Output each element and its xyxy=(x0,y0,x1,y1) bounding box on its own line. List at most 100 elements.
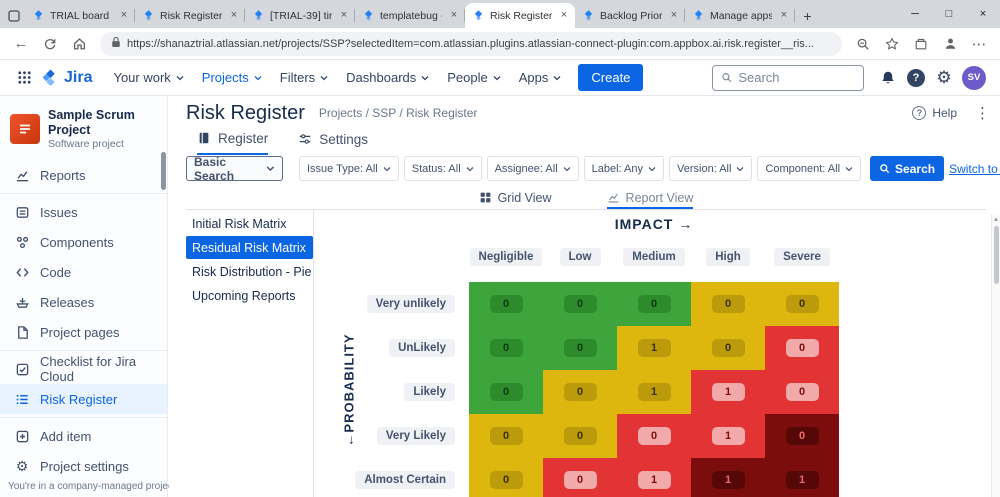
subnav-upcoming-reports[interactable]: Upcoming Reports xyxy=(186,284,313,307)
matrix-cell[interactable]: 0 xyxy=(617,282,691,326)
matrix-cell[interactable]: 0 xyxy=(543,414,617,458)
tab-register[interactable]: Register xyxy=(197,128,268,155)
matrix-cell[interactable]: 1 xyxy=(691,458,765,497)
matrix-cell[interactable]: 1 xyxy=(617,370,691,414)
matrix-cell[interactable]: 0 xyxy=(765,414,839,458)
nav-apps[interactable]: Apps xyxy=(510,61,571,95)
matrix-cell[interactable]: 0 xyxy=(543,326,617,370)
help-link[interactable]: Help xyxy=(932,106,957,120)
matrix-cell[interactable]: 1 xyxy=(691,370,765,414)
help-icon[interactable]: ? xyxy=(902,64,930,92)
browser-menu-icon[interactable]: ⋯ xyxy=(966,31,992,57)
subnav-residual-risk-matrix[interactable]: Residual Risk Matrix xyxy=(186,236,313,259)
settings-gear-icon[interactable]: ⚙ xyxy=(930,64,958,92)
browser-tab-active[interactable]: Risk Register - Jir... × xyxy=(465,3,575,28)
matrix-cell[interactable]: 0 xyxy=(543,458,617,497)
filter-component[interactable]: Component: All xyxy=(757,156,861,181)
search-mode-select[interactable]: Basic Search xyxy=(186,156,283,181)
switch-to-jql-link[interactable]: Switch to JQL xyxy=(949,162,1000,176)
browser-tab[interactable]: Backlog Prioritiza... × xyxy=(575,3,685,28)
browser-profile-icon[interactable] xyxy=(937,31,963,57)
subnav-risk-distribution-pie[interactable]: Risk Distribution - Pie xyxy=(186,260,313,283)
matrix-cell[interactable]: 0 xyxy=(691,282,765,326)
tab-close-icon[interactable]: × xyxy=(557,9,571,23)
matrix-cell[interactable]: 0 xyxy=(543,282,617,326)
tab-close-icon[interactable]: × xyxy=(667,9,681,23)
matrix-cell[interactable]: 1 xyxy=(691,414,765,458)
matrix-cell[interactable]: 0 xyxy=(469,326,543,370)
grid-view-toggle[interactable]: Grid View xyxy=(479,186,552,209)
app-switcher-icon[interactable] xyxy=(10,64,38,92)
matrix-cell[interactable]: 1 xyxy=(617,326,691,370)
url-field[interactable]: https://shanaztrial.atlassian.net/projec… xyxy=(100,32,842,56)
user-avatar[interactable]: SV xyxy=(962,66,986,90)
sidebar-item-risk-register[interactable]: Risk Register xyxy=(0,384,167,414)
matrix-cell[interactable]: 0 xyxy=(765,282,839,326)
filter-status[interactable]: Status: All xyxy=(404,156,482,181)
new-tab-button[interactable]: + xyxy=(795,3,820,28)
matrix-cell[interactable]: 0 xyxy=(543,370,617,414)
filter-version[interactable]: Version: All xyxy=(669,156,752,181)
sidebar-item-releases[interactable]: Releases xyxy=(0,287,167,317)
tab-settings[interactable]: Settings xyxy=(298,128,368,155)
back-icon[interactable]: ← xyxy=(8,31,34,57)
tab-close-icon[interactable]: × xyxy=(777,9,791,23)
close-button[interactable]: × xyxy=(966,0,1000,28)
browser-tab[interactable]: TRIAL board - Ag... × xyxy=(25,3,135,28)
report-view-toggle[interactable]: Report View xyxy=(607,186,694,209)
nav-projects[interactable]: Projects xyxy=(193,61,271,95)
jira-logo[interactable]: Jira xyxy=(42,69,92,87)
matrix-cell[interactable]: 0 xyxy=(469,414,543,458)
search-button[interactable]: Search xyxy=(870,156,944,181)
tab-close-icon[interactable]: × xyxy=(337,9,351,23)
sidebar-item-checklist[interactable]: Checklist for Jira Cloud xyxy=(0,354,167,384)
scrollbar-thumb[interactable] xyxy=(994,226,999,284)
maximize-button[interactable]: □ xyxy=(932,0,966,28)
matrix-cell[interactable]: 0 xyxy=(617,414,691,458)
sidebar-scrollbar-thumb[interactable] xyxy=(161,152,166,190)
content-scrollbar[interactable]: ▴ xyxy=(991,214,1000,497)
collections-icon[interactable] xyxy=(908,31,934,57)
sidebar-item-reports[interactable]: Reports xyxy=(0,160,167,190)
nav-dashboards[interactable]: Dashboards xyxy=(337,61,438,95)
browser-tab[interactable]: [TRIAL-39] tiritiet... × xyxy=(245,3,355,28)
browser-tab[interactable]: Manage apps - J... × xyxy=(685,3,795,28)
breadcrumb[interactable]: Projects / SSP / Risk Register xyxy=(319,106,478,120)
more-options-icon[interactable]: ⋮ xyxy=(975,104,990,122)
tab-actions-icon[interactable] xyxy=(3,3,25,28)
refresh-icon[interactable] xyxy=(37,31,63,57)
tab-close-icon[interactable]: × xyxy=(447,9,461,23)
matrix-cell[interactable]: 1 xyxy=(617,458,691,497)
scrollbar-up-arrow[interactable]: ▴ xyxy=(992,214,1000,225)
search-input[interactable] xyxy=(738,70,855,85)
matrix-cell[interactable]: 0 xyxy=(469,370,543,414)
notifications-bell-icon[interactable] xyxy=(874,64,902,92)
nav-filters[interactable]: Filters xyxy=(271,61,337,95)
create-button[interactable]: Create xyxy=(578,64,643,91)
sidebar-item-project-settings[interactable]: ⚙ Project settings xyxy=(0,451,167,481)
subnav-initial-risk-matrix[interactable]: Initial Risk Matrix xyxy=(186,212,313,235)
matrix-cell[interactable]: 0 xyxy=(469,282,543,326)
tab-close-icon[interactable]: × xyxy=(117,9,131,23)
matrix-cell[interactable]: 0 xyxy=(469,458,543,497)
home-icon[interactable] xyxy=(66,31,92,57)
filter-label[interactable]: Label: Any xyxy=(584,156,664,181)
matrix-cell[interactable]: 0 xyxy=(765,370,839,414)
matrix-cell[interactable]: 1 xyxy=(765,458,839,497)
sidebar-item-add-item[interactable]: Add item xyxy=(0,421,167,451)
filter-assignee[interactable]: Assignee: All xyxy=(487,156,579,181)
sidebar-item-project-pages[interactable]: Project pages xyxy=(0,317,167,347)
minimize-button[interactable]: ─ xyxy=(898,0,932,28)
filter-issue-type[interactable]: Issue Type: All xyxy=(299,156,399,181)
nav-people[interactable]: People xyxy=(438,61,509,95)
project-header[interactable]: Sample Scrum Project Software project xyxy=(0,96,167,158)
favorites-star-icon[interactable] xyxy=(879,31,905,57)
nav-your-work[interactable]: Your work xyxy=(104,61,192,95)
browser-tab[interactable]: templatebug - Iss... × xyxy=(355,3,465,28)
tab-close-icon[interactable]: × xyxy=(227,9,241,23)
matrix-cell[interactable]: 0 xyxy=(765,326,839,370)
global-search[interactable] xyxy=(712,65,864,91)
browser-tab[interactable]: Risk Register - Jir... × xyxy=(135,3,245,28)
zoom-icon[interactable] xyxy=(850,31,876,57)
sidebar-item-code[interactable]: Code xyxy=(0,257,167,287)
